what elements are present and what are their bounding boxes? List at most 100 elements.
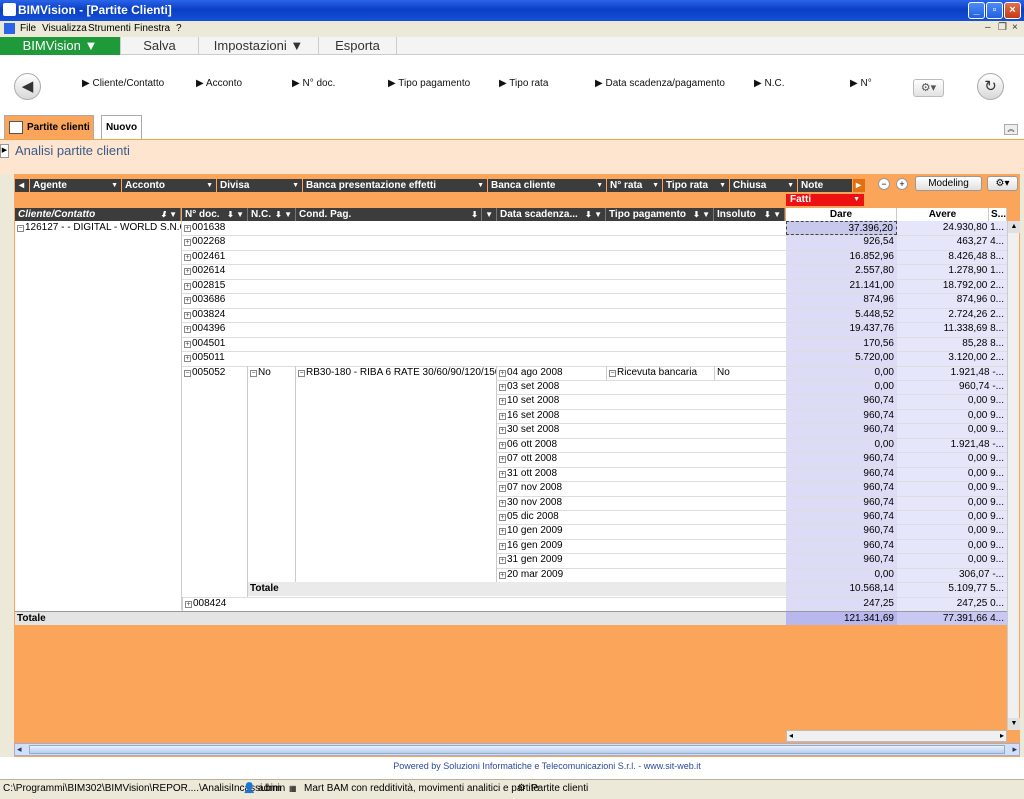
zoom-out-icon[interactable]: − bbox=[878, 178, 890, 190]
header-data-scadenza[interactable]: Data scadenza... ⬇ ▼ bbox=[497, 208, 606, 221]
crumb-acconto[interactable]: ▶ Acconto bbox=[196, 78, 242, 89]
expand-icon[interactable]: + bbox=[499, 542, 506, 550]
header-dare[interactable]: Dare bbox=[786, 208, 897, 221]
mdi-restore-icon[interactable]: ❐ bbox=[998, 22, 1007, 33]
expand-icon[interactable]: + bbox=[499, 499, 506, 507]
measure-filter[interactable]: Fatti ▼ bbox=[786, 194, 864, 206]
date-cell[interactable]: +07 ott 2008 bbox=[497, 452, 606, 466]
filter-agente[interactable]: Agente ▼ bbox=[30, 179, 121, 192]
date-cell[interactable]: +05 dic 2008 bbox=[497, 510, 606, 524]
header-saldo[interactable]: S... bbox=[989, 208, 1007, 221]
collapse-icon[interactable]: − bbox=[184, 369, 191, 377]
doc-cell[interactable]: +003686 bbox=[182, 293, 785, 307]
side-expand-icon[interactable]: ▶ bbox=[0, 144, 9, 158]
cond-pag-cell[interactable]: −RB30-180 - RIBA 6 RATE 30/60/90/120/150… bbox=[296, 365, 497, 583]
header-ndoc[interactable]: N° doc. ⬇ ▼ bbox=[182, 208, 248, 221]
tipo-pagamento-cell[interactable]: − Ricevuta bancaria bbox=[606, 365, 714, 380]
date-cell[interactable]: +06 ott 2008 bbox=[497, 438, 606, 452]
date-cell[interactable]: +16 gen 2009 bbox=[497, 539, 606, 553]
doc-cell[interactable]: +005011 bbox=[182, 351, 785, 365]
header-blank[interactable]: ▼ bbox=[482, 208, 497, 221]
filter-tipo-rata[interactable]: Tipo rata ▼ bbox=[663, 179, 729, 192]
menu-file[interactable]: File bbox=[20, 23, 36, 34]
horizontal-scrollbar[interactable]: ◂ ▸ bbox=[14, 743, 1020, 756]
doc-cell[interactable]: +002461 bbox=[182, 250, 785, 264]
expand-icon[interactable]: + bbox=[184, 225, 191, 232]
header-nc[interactable]: N.C. ⬇ ▼ bbox=[248, 208, 296, 221]
date-cell[interactable]: +20 mar 2009 bbox=[497, 568, 606, 582]
expand-icon[interactable]: + bbox=[499, 470, 506, 478]
doc-cell[interactable]: +002268 bbox=[182, 235, 785, 249]
crumb-ndoc[interactable]: ▶ N° doc. bbox=[292, 78, 335, 89]
date-cell[interactable]: +16 set 2008 bbox=[497, 409, 606, 423]
date-cell[interactable]: +30 set 2008 bbox=[497, 423, 606, 437]
header-insoluto[interactable]: Insoluto ⬇ ▼ bbox=[714, 208, 785, 221]
doc-cell-expanded[interactable]: −005052 bbox=[182, 365, 248, 597]
expand-icon[interactable]: + bbox=[184, 326, 191, 334]
scroll-up-icon[interactable]: ▲ bbox=[1008, 221, 1020, 233]
salva-button[interactable]: Salva bbox=[121, 37, 199, 55]
expand-icon[interactable]: + bbox=[499, 514, 506, 521]
expand-icon[interactable]: + bbox=[499, 485, 506, 493]
collapse-icon[interactable]: ︽ bbox=[1004, 124, 1018, 135]
settings-gear-icon[interactable]: ⚙▾ bbox=[913, 79, 944, 97]
date-cell[interactable]: +04 ago 2008 bbox=[497, 366, 606, 380]
scroll-right-icon[interactable]: ▸ bbox=[1000, 731, 1004, 740]
doc-cell[interactable]: +001638 bbox=[182, 221, 785, 235]
refresh-icon[interactable]: ↻ bbox=[977, 73, 1004, 100]
expand-icon[interactable]: + bbox=[184, 268, 191, 276]
maximize-button[interactable]: ▫ bbox=[986, 2, 1003, 19]
expand-icon[interactable]: + bbox=[499, 528, 506, 536]
powered-by[interactable]: Powered by Soluzioni Informatiche e Tele… bbox=[0, 761, 1024, 771]
header-cond-pag[interactable]: Cond. Pag. ⬇ bbox=[296, 208, 482, 221]
date-cell[interactable]: +10 set 2008 bbox=[497, 394, 606, 408]
expand-icon[interactable]: + bbox=[184, 311, 191, 319]
back-arrow-icon[interactable]: ◀ bbox=[14, 73, 41, 100]
date-cell[interactable]: +03 set 2008 bbox=[497, 380, 606, 394]
expand-icon[interactable]: + bbox=[184, 282, 191, 290]
date-cell[interactable]: +31 ott 2008 bbox=[497, 467, 606, 481]
date-cell[interactable]: +07 nov 2008 bbox=[497, 481, 606, 495]
filter-banca-cliente[interactable]: Banca cliente ▼ bbox=[488, 179, 606, 192]
crumb-cliente[interactable]: ▶ Cliente/Contatto bbox=[82, 78, 164, 89]
close-button[interactable]: × bbox=[1004, 2, 1021, 19]
expand-icon[interactable]: + bbox=[499, 571, 506, 579]
doc-cell[interactable]: +002614 bbox=[182, 264, 785, 278]
minimize-button[interactable]: _ bbox=[968, 2, 985, 19]
header-avere[interactable]: Avere bbox=[897, 208, 989, 221]
expand-icon[interactable]: + bbox=[499, 383, 506, 391]
bimvision-button[interactable]: BIMVision ▼ bbox=[0, 37, 121, 55]
doc-cell[interactable]: +003824 bbox=[182, 308, 785, 322]
filter-acconto[interactable]: Acconto ▼ bbox=[122, 179, 216, 192]
expand-icon[interactable]: + bbox=[184, 253, 191, 261]
expand-icon[interactable]: + bbox=[184, 297, 191, 305]
expand-icon[interactable]: + bbox=[185, 600, 192, 608]
expand-icon[interactable]: + bbox=[184, 355, 191, 363]
date-cell[interactable]: +10 gen 2009 bbox=[497, 524, 606, 538]
crumb-tipo-rata[interactable]: ▶ Tipo rata bbox=[499, 78, 548, 89]
tab-partite-clienti[interactable]: Partite clienti bbox=[4, 115, 94, 139]
filter-divisa[interactable]: Divisa ▼ bbox=[217, 179, 302, 192]
expand-icon[interactable]: + bbox=[184, 239, 191, 247]
expand-icon[interactable]: + bbox=[499, 441, 506, 449]
impostazioni-button[interactable]: Impostazioni ▼ bbox=[199, 37, 319, 55]
zoom-in-icon[interactable]: + bbox=[896, 178, 908, 190]
date-cell[interactable]: +30 nov 2008 bbox=[497, 496, 606, 510]
menu-visualizza[interactable]: Visualizza bbox=[42, 23, 87, 34]
expand-icon[interactable]: + bbox=[499, 427, 506, 435]
nc-cell[interactable]: − No bbox=[248, 365, 296, 583]
esporta-button[interactable]: Esporta bbox=[319, 37, 397, 55]
crumb-tipo-pagamento[interactable]: ▶ Tipo pagamento bbox=[388, 78, 470, 89]
collapse-icon[interactable]: − bbox=[609, 369, 616, 377]
scroll-down-icon[interactable]: ▼ bbox=[1008, 718, 1020, 730]
doc-cell[interactable]: +004501 bbox=[182, 337, 785, 351]
doc-cell[interactable]: +002815 bbox=[182, 279, 785, 293]
header-tipo-pagamento[interactable]: Tipo pagamento ⬇ ▼ bbox=[606, 208, 714, 221]
filter-banca-presentazione[interactable]: Banca presentazione effetti ▼ bbox=[303, 179, 487, 192]
hscroll-left-icon[interactable]: ◂ bbox=[17, 744, 22, 755]
vertical-scrollbar[interactable]: ▲ ▼ bbox=[1007, 221, 1020, 730]
filter-scroll-right-icon[interactable]: ▸ bbox=[853, 179, 865, 192]
measure-hscrollbar[interactable]: ◂ ▸ bbox=[786, 730, 1007, 742]
menu-help[interactable]: ? bbox=[176, 23, 182, 34]
doc-cell[interactable]: +008424 bbox=[182, 596, 785, 611]
